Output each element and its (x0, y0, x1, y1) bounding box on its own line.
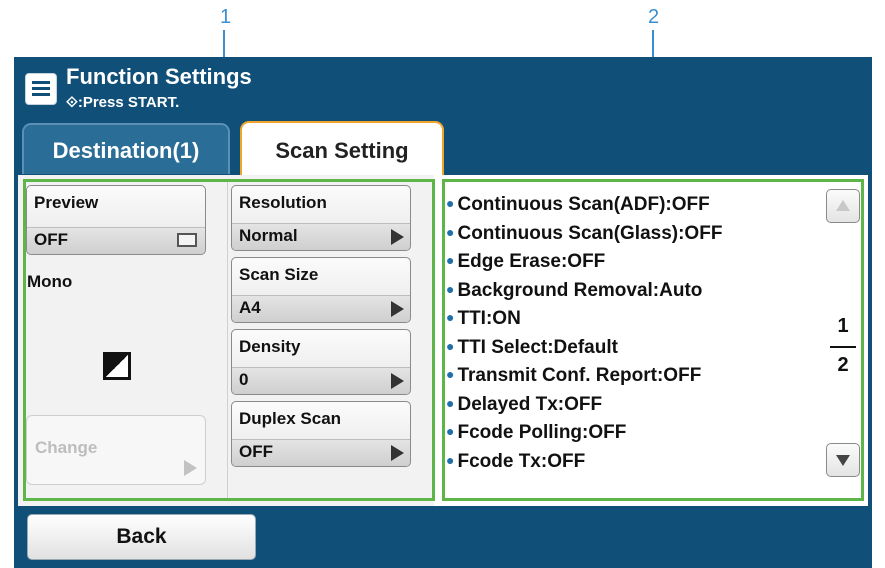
tab-destination[interactable]: Destination(1) (22, 123, 230, 174)
content-area: Preview OFF Mono Change Resolution Norma… (18, 175, 868, 506)
bullet-icon: ● (446, 451, 455, 468)
preview-value-bar: OFF (27, 227, 205, 254)
device-screen: Function Settings ⟐:Press START. Destina… (14, 57, 872, 568)
duplex-scan-label: Duplex Scan (239, 409, 342, 428)
scroll-up-icon (836, 200, 850, 211)
page-total: 2 (837, 354, 849, 376)
density-value-bar: 0 (232, 367, 410, 394)
preview-screen-icon (177, 233, 197, 247)
chevron-right-icon (391, 373, 404, 389)
list-item: ● Edge Erase:OFF (446, 251, 606, 272)
preview-button[interactable]: Preview OFF (26, 185, 206, 255)
bullet-icon: ● (446, 309, 455, 325)
resolution-value-bar: Normal (232, 223, 410, 250)
resolution-button[interactable]: Resolution Normal (231, 185, 411, 251)
bullet-icon: ● (446, 337, 455, 354)
list-item: ● TTI:ON (446, 308, 521, 329)
color-mode-label: Mono (27, 272, 73, 291)
page-current: 1 (837, 315, 849, 337)
scroll-down-icon (836, 455, 850, 466)
page-separator (830, 346, 856, 348)
page-title: Function Settings (66, 64, 252, 89)
list-item: ● Delayed Tx:OFF (446, 393, 603, 415)
bullet-icon: ● (446, 280, 455, 297)
bullet-icon: ● (446, 252, 455, 268)
footer-bar: Back (14, 506, 872, 568)
callout-1: 1 (220, 6, 232, 28)
change-button[interactable]: Change (26, 415, 206, 485)
density-button[interactable]: Density 0 (231, 329, 411, 395)
scroll-down-button[interactable] (826, 443, 860, 477)
back-button[interactable]: Back (27, 514, 256, 560)
tab-scan-setting[interactable]: Scan Setting (240, 121, 444, 176)
bullet-icon: ● (446, 394, 455, 411)
resolution-value: Normal (239, 226, 298, 245)
density-label: Density (239, 337, 301, 356)
list-item: ● TTI Select:Default (446, 336, 618, 358)
scan-size-value-bar: A4 (232, 295, 410, 322)
bullet-icon: ● (446, 366, 455, 382)
scan-options-panel: Preview OFF Mono Change Resolution Norma… (18, 175, 434, 506)
list-item: ● Transmit Conf. Report:OFF (446, 365, 702, 386)
preview-value: OFF (34, 230, 68, 249)
scroll-up-button[interactable] (826, 189, 860, 223)
duplex-scan-value-bar: OFF (232, 439, 410, 466)
density-value: 0 (239, 370, 249, 389)
chevron-right-icon (391, 301, 404, 317)
scan-size-label: Scan Size (239, 265, 319, 284)
mono-color-icon (103, 352, 131, 380)
list-item: ● Background Removal:Auto (446, 279, 703, 301)
bullet-icon: ● (446, 195, 455, 211)
resolution-label: Resolution (239, 193, 327, 212)
settings-summary-panel: ● Continuous Scan(ADF):OFF ● Continuous Sc… (436, 175, 868, 506)
chevron-right-icon (391, 445, 404, 461)
duplex-scan-button[interactable]: Duplex Scan OFF (231, 401, 411, 467)
list-item: ● Fcode Tx:OFF (446, 450, 586, 472)
bullet-icon: ● (446, 423, 455, 439)
chevron-right-icon (184, 460, 197, 476)
preview-label: Preview (34, 193, 99, 212)
chevron-right-icon (391, 229, 404, 245)
change-label: Change (35, 438, 98, 457)
scan-size-value: A4 (239, 298, 261, 317)
list-item: ● Continuous Scan(Glass):OFF (446, 222, 723, 244)
list-item: ● Fcode Polling:OFF (446, 422, 627, 443)
title-bar: Function Settings ⟐:Press START. (14, 57, 872, 122)
menu-list-icon[interactable] (25, 73, 57, 105)
scan-size-button[interactable]: Scan Size A4 (231, 257, 411, 323)
column-divider (227, 181, 228, 501)
duplex-scan-value: OFF (239, 442, 273, 461)
start-hint: ⟐:Press START. (66, 94, 180, 111)
list-item: ● Continuous Scan(ADF):OFF (446, 194, 710, 215)
callout-2: 2 (648, 6, 660, 28)
settings-summary-list: ● Continuous Scan(ADF):OFF ● Continuous Sc… (446, 191, 722, 476)
bullet-icon: ● (446, 223, 455, 240)
